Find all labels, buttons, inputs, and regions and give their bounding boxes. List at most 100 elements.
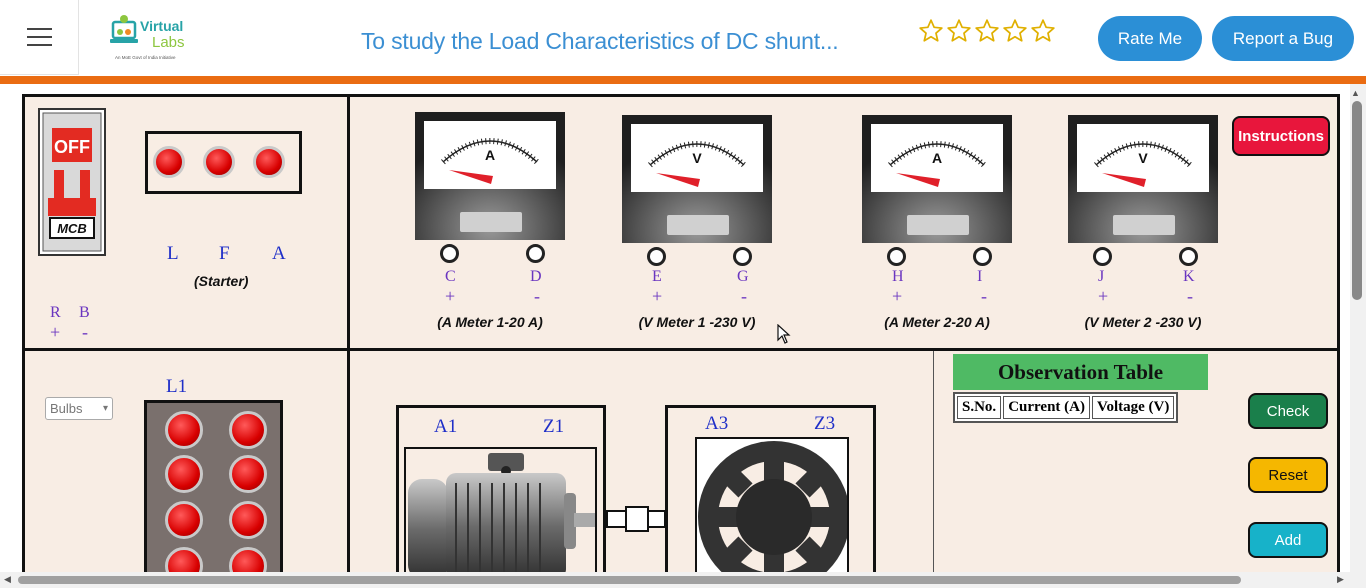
column-header-current: Current (A) [1003,396,1090,419]
logo-tagline: An MoE Govt of India Initiative [115,55,176,60]
observation-table: S.No. Current (A) Voltage (V) [953,392,1179,423]
starter-led [153,146,185,178]
meter-terminal-label[interactable]: C [445,268,456,286]
table-header-row: S.No. Current (A) Voltage (V) [957,396,1175,419]
meter-terminal-label[interactable]: D [530,268,542,286]
hamburger-menu-button[interactable] [0,0,79,75]
logo-text-virtual: Virtual [140,18,183,34]
column-header-sno: S.No. [957,396,1002,419]
meter-terminal-label[interactable]: J [1098,268,1104,286]
star-icon[interactable] [918,18,944,44]
meter-symbol: A [932,150,942,166]
supply-minus-sign: - [82,322,88,342]
page-title: To study the Load Characteristics of DC … [361,28,839,54]
mcb-switch[interactable]: OFF MCB [38,108,106,256]
supply-terminal-b[interactable]: B [79,304,90,322]
meter-terminal[interactable] [647,247,666,266]
rate-me-button[interactable]: Rate Me [1098,16,1202,61]
minus-sign: - [981,286,987,306]
starter-terminal-f[interactable]: F [219,243,230,265]
meter-terminal-label[interactable]: I [977,268,982,286]
starter-terminal-l[interactable]: L [167,243,179,265]
scroll-up-icon[interactable]: ▲ [1351,88,1360,98]
meter-terminal[interactable] [440,244,459,263]
meter-caption: (V Meter 1 -230 V) [638,314,756,330]
supply-plus-sign: + [50,322,61,342]
supply-terminal-r[interactable]: R [50,304,61,322]
generator-terminal-z3[interactable]: Z3 [814,413,835,435]
motor-terminal-z1[interactable]: Z1 [543,416,564,438]
star-icon[interactable] [974,18,1000,44]
rating-stars[interactable] [918,18,1056,44]
star-icon[interactable] [1002,18,1028,44]
plus-sign: + [1098,286,1109,306]
meter-symbol: V [692,150,702,166]
starter-led [253,146,285,178]
meter-caption: (A Meter 1-20 A) [437,314,543,330]
meter-terminal[interactable] [1179,247,1198,266]
bulb [229,455,267,493]
bulb [229,501,267,539]
load-type-select[interactable]: Bulbs ▾ [45,397,113,420]
meter-caption: (V Meter 2 -230 V) [1084,314,1202,330]
add-button[interactable]: Add [1248,522,1328,558]
scroll-left-icon[interactable]: ◀ [4,574,11,585]
instructions-button[interactable]: Instructions [1232,116,1330,156]
panel-divider [22,348,1340,351]
menu-icon-line [26,36,52,38]
menu-icon-line [26,44,52,46]
load-type-value: Bulbs [50,401,83,416]
panel-divider [933,351,934,572]
meter-terminal-label[interactable]: K [1183,268,1195,286]
virtual-labs-logo[interactable]: Virtual Labs An MoE Govt of India Initia… [110,12,205,64]
meter-terminal[interactable] [887,247,906,266]
meter-terminal[interactable] [733,247,752,266]
meter-terminal[interactable] [973,247,992,266]
mcb-label: MCB [57,221,87,236]
star-icon[interactable] [1030,18,1056,44]
bulb [165,411,203,449]
lamp-bank[interactable] [144,400,283,572]
reset-button[interactable]: Reset [1248,457,1328,493]
horizontal-scroll-thumb[interactable] [18,576,1241,584]
scroll-right-icon[interactable]: ▶ [1337,574,1344,585]
top-navbar: Virtual Labs An MoE Govt of India Initia… [0,0,1366,76]
motor-image [404,447,597,572]
observation-table-title: Observation Table [953,354,1208,390]
logo-text-labs: Labs [152,34,185,51]
starter-terminal-a[interactable]: A [272,243,286,265]
header-accent-bar [0,76,1366,84]
load-label: L1 [166,376,188,397]
check-button[interactable]: Check [1248,393,1328,429]
meter-4: V [1068,115,1218,245]
meters-group: A C D + - (A Meter 1-20 A) V E G + - (V Meter 1 -23… [0,84,1218,330]
star-icon[interactable] [946,18,972,44]
column-header-voltage: Voltage (V) [1091,396,1175,419]
mouse-cursor-icon [777,324,791,344]
meter-terminal[interactable] [1093,247,1112,266]
bulb [165,501,203,539]
meter-2: V [622,115,772,245]
minus-sign: - [741,286,747,306]
plus-sign: + [652,286,663,306]
meter-3: A [862,115,1012,245]
meter-symbol: A [485,147,495,163]
starter-box [145,131,302,194]
plus-sign: + [445,286,456,306]
meter-caption: (A Meter 2-20 A) [884,314,990,330]
meter-1: A [415,112,565,242]
meter-terminal-label[interactable]: E [652,268,662,286]
vertical-scroll-thumb[interactable] [1352,101,1362,300]
meter-terminal-label[interactable]: G [737,268,749,286]
panel-divider [347,94,350,572]
starter-led [203,146,235,178]
report-bug-button[interactable]: Report a Bug [1212,16,1354,61]
simulation-area: OFF MCB L F A (Starter) R B + - A C D + - (A … [0,84,1350,572]
chevron-down-icon: ▾ [102,403,108,414]
motor-terminal-a1[interactable]: A1 [434,416,457,438]
mcb-off-label: OFF [54,137,90,157]
generator-terminal-a3[interactable]: A3 [705,413,728,435]
meter-terminal[interactable] [526,244,545,263]
meter-terminal-label[interactable]: H [892,268,904,286]
generator-image [695,437,849,572]
